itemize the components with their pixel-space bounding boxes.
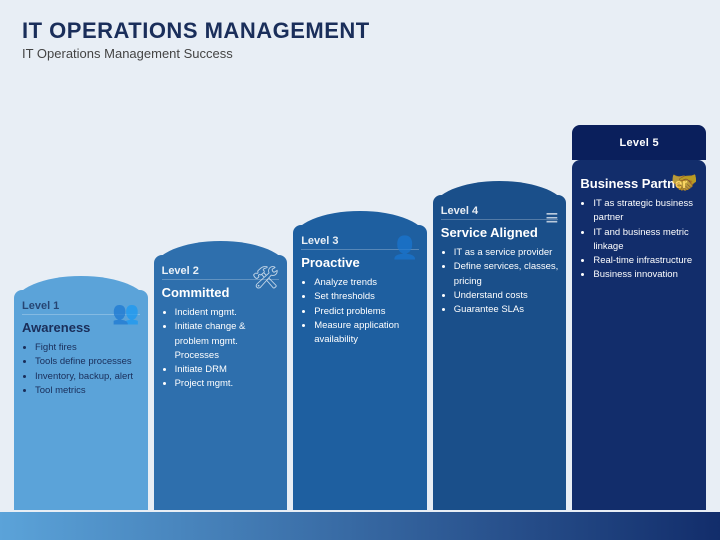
level-bullets-3: Analyze trendsSet thresholdsPredict prob… [301,276,419,347]
list-item: Tools define processes [35,355,140,369]
level-icon-3: 👤 [391,235,418,261]
page-title: IT OPERATIONS MANAGEMENT [22,18,698,44]
list-item: IT as a service provider [454,246,559,260]
list-item: Predict problems [314,305,419,319]
list-item: Guarantee SLAs [454,303,559,317]
list-item: IT as strategic business partner [593,197,698,226]
levels-container: Level 1👥AwarenessFight firesTools define… [14,160,706,510]
list-item: Analyze trends [314,276,419,290]
level-block-3: Level 3👤ProactiveAnalyze trendsSet thres… [293,225,427,510]
level-label-4: Level 4 [441,205,559,217]
level-block-1: Level 1👥AwarenessFight firesTools define… [14,290,148,510]
list-item: Understand costs [454,289,559,303]
level-icon-5: 🤝 [671,170,698,196]
level-bullets-5: IT as strategic business partnerIT and b… [580,197,698,283]
level-name-4: Service Aligned [441,225,559,240]
bottom-bar [0,512,720,540]
level-icon-1: 👥 [112,300,139,326]
list-item: Initiate change & problem mgmt. Processe… [175,320,280,363]
page-header: IT OPERATIONS MANAGEMENT IT Operations M… [0,0,720,67]
list-item: IT and business metric linkage [593,226,698,255]
level5-ribbon: Level 5 [572,125,706,160]
level-bullets-2: Incident mgmt.Initiate change & problem … [162,306,280,392]
page-subtitle: IT Operations Management Success [22,46,698,61]
list-item: Incident mgmt. [175,306,280,320]
list-item: Fight fires [35,341,140,355]
level-icon-2: 🛠 [251,265,279,291]
level-block-2: Level 2🛠CommittedIncident mgmt.Initiate … [154,255,288,510]
level-bullets-1: Fight firesTools define processesInvento… [22,341,140,398]
list-item: Define services, classes, pricing [454,260,559,289]
level-bullets-4: IT as a service providerDefine services,… [441,246,559,317]
level-block-4: Level 4≡Service Aligned IT as a service p… [433,195,567,510]
list-item: Initiate DRM [175,363,280,377]
list-item: Inventory, backup, alert [35,370,140,384]
list-item: Business innovation [593,268,698,282]
list-item: Measure application availability [314,319,419,348]
list-item: Set thresholds [314,290,419,304]
level-icon-4: ≡ [546,205,559,231]
list-item: Project mgmt. [175,377,280,391]
list-item: Tool metrics [35,384,140,398]
level-block-5: Level 5🤝Business PartnerIT as strategic … [572,160,706,510]
list-item: Real-time infrastructure [593,254,698,268]
